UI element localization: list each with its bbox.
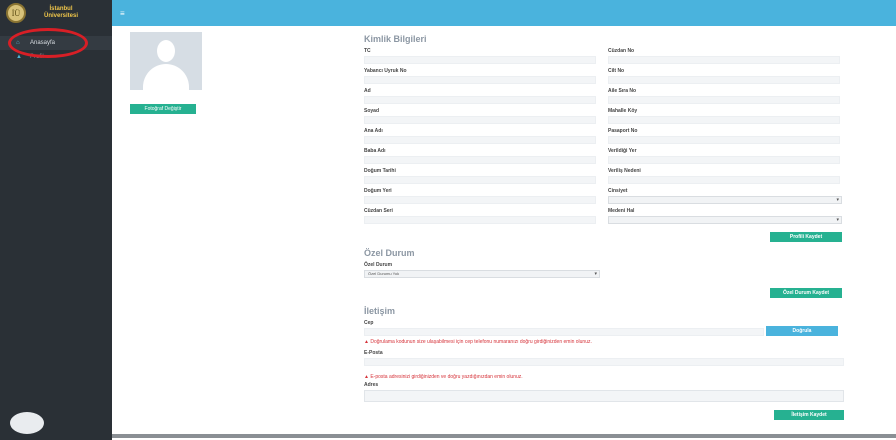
profile-photo bbox=[130, 32, 202, 90]
main-content: Fotoğraf Değiştir Kimlik Bilgileri TC Ya… bbox=[112, 26, 896, 440]
mother-name-label: Ana Adı bbox=[364, 128, 383, 134]
tc-label: TC bbox=[364, 48, 371, 54]
avatar-head bbox=[157, 40, 175, 62]
phone-warning: ▲ Doğrulama kodunun size ulaşabilmesi iç… bbox=[364, 339, 592, 345]
brand-line-1: İstanbul bbox=[49, 6, 73, 12]
email-warning-text: E-posta adresinizi girdiğinizden ve doğr… bbox=[370, 374, 523, 380]
volume-no-input[interactable] bbox=[608, 76, 840, 84]
neighborhood-label: Mahalle Köy bbox=[608, 108, 638, 114]
birth-date-input[interactable] bbox=[364, 176, 596, 184]
special-status-section-title: Özel Durum bbox=[364, 248, 415, 258]
id-serial-input[interactable] bbox=[364, 216, 596, 224]
university-logo: İÜ bbox=[6, 3, 26, 23]
address-label: Adres bbox=[364, 382, 379, 388]
father-name-label: Baba Adı bbox=[364, 148, 386, 154]
father-name-input[interactable] bbox=[364, 156, 596, 164]
marital-status-select[interactable]: ▾ bbox=[608, 216, 842, 224]
brand[interactable]: İÜ İstanbul Üniversitesi bbox=[0, 0, 112, 26]
menu-icon[interactable]: ≡ bbox=[120, 9, 125, 18]
email-input[interactable] bbox=[364, 358, 844, 366]
family-no-input[interactable] bbox=[608, 96, 840, 104]
brand-name: İstanbul Üniversitesi bbox=[44, 6, 78, 20]
save-contact-button[interactable]: İletişim Kaydet bbox=[774, 410, 844, 420]
issue-reason-label: Veriliş Nedeni bbox=[608, 168, 641, 174]
sidebar: İÜ İstanbul Üniversitesi ⌂ Anasayfa ▲ Pr… bbox=[0, 0, 112, 440]
id-serial-label: Cüzdan Seri bbox=[364, 208, 393, 214]
phone-warning-text: Doğrulama kodunun size ulaşabilmesi için… bbox=[370, 339, 592, 345]
email-label: E-Posta bbox=[364, 350, 383, 356]
issue-place-input[interactable] bbox=[608, 156, 840, 164]
chevron-down-icon: ▾ bbox=[836, 197, 839, 203]
avatar-body bbox=[143, 64, 189, 90]
gender-label: Cinsiyet bbox=[608, 188, 628, 194]
last-name-label: Soyad bbox=[364, 108, 380, 114]
phone-input[interactable] bbox=[364, 328, 764, 336]
birth-place-label: Doğum Yeri bbox=[364, 188, 392, 194]
highlight-circle bbox=[8, 28, 88, 58]
issue-reason-input[interactable] bbox=[608, 176, 840, 184]
phone-label: Cep bbox=[364, 320, 374, 326]
special-status-select[interactable]: Özel Durumu Yok ▾ bbox=[364, 270, 600, 278]
chevron-down-icon: ▾ bbox=[594, 271, 597, 277]
foreign-id-input[interactable] bbox=[364, 76, 596, 84]
address-input[interactable] bbox=[364, 390, 844, 402]
top-bar: ≡ bbox=[112, 0, 896, 26]
bottom-border bbox=[112, 434, 896, 438]
identity-section-title: Kimlik Bilgileri bbox=[364, 34, 427, 44]
email-warning: ▲ E-posta adresinizi girdiğinizden ve do… bbox=[364, 374, 523, 380]
passport-no-input[interactable] bbox=[608, 136, 840, 144]
last-name-input[interactable] bbox=[364, 116, 596, 124]
save-special-status-button[interactable]: Özel Durum Kaydet bbox=[770, 288, 842, 298]
passport-no-label: Pasaport No bbox=[608, 128, 638, 134]
first-name-input[interactable] bbox=[364, 96, 596, 104]
birth-place-input[interactable] bbox=[364, 196, 596, 204]
volume-no-label: Cilt No bbox=[608, 68, 625, 74]
user-avatar[interactable] bbox=[10, 412, 44, 434]
issue-place-label: Verildiği Yer bbox=[608, 148, 637, 154]
verify-phone-button[interactable]: Doğrula bbox=[766, 326, 838, 336]
brand-line-2: Üniversitesi bbox=[44, 13, 79, 19]
gender-select[interactable]: ▾ bbox=[608, 196, 842, 204]
family-no-label: Aile Sıra No bbox=[608, 88, 637, 94]
contact-section-title: İletişim bbox=[364, 306, 396, 316]
chevron-down-icon: ▾ bbox=[836, 217, 839, 223]
id-number-label: Cüzdan No bbox=[608, 48, 635, 54]
neighborhood-input[interactable] bbox=[608, 116, 840, 124]
save-profile-button[interactable]: Profili Kaydet bbox=[770, 232, 842, 242]
special-status-label: Özel Durum bbox=[364, 262, 393, 268]
special-status-value: Özel Durumu Yok bbox=[368, 271, 400, 276]
marital-status-label: Medeni Hal bbox=[608, 208, 635, 214]
tc-input[interactable] bbox=[364, 56, 596, 64]
birth-date-label: Doğum Tarihi bbox=[364, 168, 396, 174]
change-photo-button[interactable]: Fotoğraf Değiştir bbox=[130, 104, 196, 114]
foreign-id-label: Yabancı Uyruk No bbox=[364, 68, 407, 74]
id-number-input[interactable] bbox=[608, 56, 840, 64]
first-name-label: Ad bbox=[364, 88, 371, 94]
mother-name-input[interactable] bbox=[364, 136, 596, 144]
